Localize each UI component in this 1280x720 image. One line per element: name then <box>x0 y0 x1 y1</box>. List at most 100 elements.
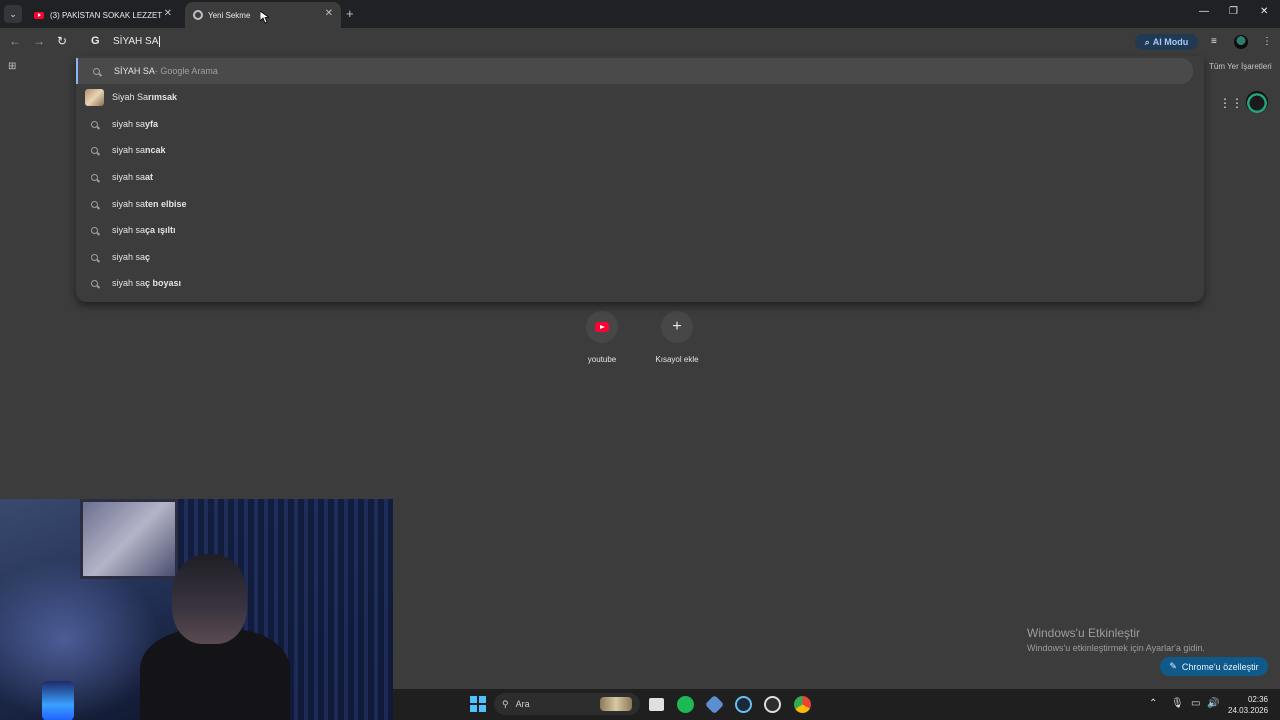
tab-strip: ⌄ (3) PAKİSTAN SOKAK LEZZETLERİ ✕ Yeni S… <box>0 0 1280 28</box>
search-icon <box>76 146 112 154</box>
ai-mode-button[interactable]: ⌕ AI Modu <box>1135 34 1198 50</box>
suggestion-completion: ncak <box>145 145 166 155</box>
plus-icon: + <box>672 318 682 335</box>
omnibox-input[interactable]: SİYAH SA <box>113 36 161 48</box>
search-icon: ⚲ <box>502 698 509 709</box>
suggestion-row[interactable]: siyah sa ncak <box>76 137 1204 163</box>
windows-start-icon[interactable] <box>470 696 486 712</box>
suggestion-row[interactable]: Siyah Sa rımsak <box>76 84 1204 110</box>
maximize-button[interactable]: ❐ <box>1229 6 1238 17</box>
taskbar: ⚲ Ara ⌃ 🎙 ▭ 🔊 02:36 24.03.2026 <box>393 689 1280 720</box>
shortcut-add[interactable]: + Kısayol ekle <box>647 311 707 364</box>
taskbar-clock[interactable]: 02:36 24.03.2026 <box>1228 694 1268 716</box>
toolbar: ← → ↻ G SİYAH SA ⌕ AI Modu ≡ ⋮ <box>0 28 1280 56</box>
youtube-favicon-icon <box>34 11 44 19</box>
suggestion-row[interactable]: SİYAH SA - Google Arama <box>76 58 1193 84</box>
shortcut-youtube[interactable]: youtube <box>572 311 632 364</box>
network-icon[interactable]: ▭ <box>1191 698 1200 709</box>
ai-search-icon: ⌕ <box>1144 36 1150 47</box>
omnibox-suggestions-dropdown: SİYAH SA - Google Arama Siyah Sa rımsak s… <box>76 56 1204 302</box>
shortcut-label: youtube <box>587 355 617 364</box>
new-tab-button[interactable]: + <box>346 6 354 21</box>
webcam-person-head <box>172 554 247 644</box>
suggestion-typed: siyah sa <box>112 199 146 209</box>
webcam-wall-picture <box>80 499 178 579</box>
search-icon <box>76 173 112 181</box>
spotify-icon[interactable] <box>677 696 694 713</box>
back-button[interactable]: ← <box>9 34 21 48</box>
search-icon <box>76 253 112 261</box>
tab-close-icon[interactable]: ✕ <box>164 8 172 19</box>
suggestion-completion: ç <box>145 252 151 262</box>
suggestion-row[interactable]: siyah sa yfa <box>76 111 1204 137</box>
tab-youtube[interactable]: (3) PAKİSTAN SOKAK LEZZETLERİ ✕ <box>26 2 180 28</box>
taskbar-search-placeholder: Ara <box>515 699 530 709</box>
youtube-icon <box>595 322 609 332</box>
suggestion-suffix: - Google Arama <box>154 66 218 76</box>
chrome-icon[interactable] <box>794 696 811 713</box>
suggestion-row[interactable]: siyah sa ten elbise <box>76 191 1204 217</box>
minimize-button[interactable]: — <box>1199 6 1209 17</box>
task-view-icon[interactable] <box>649 698 664 711</box>
suggestion-typed: SİYAH SA <box>114 66 155 76</box>
search-icon <box>76 226 112 234</box>
tab-search-button[interactable]: ⌄ <box>4 5 22 23</box>
suggestion-typed: siyah sa <box>112 225 146 235</box>
chrome-menu-button[interactable]: ⋮ <box>1262 36 1272 47</box>
suggestion-row[interactable]: siyah sa ç boyası <box>76 270 1204 296</box>
google-logo-icon: G <box>91 35 100 47</box>
suggestion-typed: siyah sa <box>112 252 146 262</box>
suggestion-typed: siyah sa <box>112 145 146 155</box>
all-bookmarks-link[interactable]: Tüm Yer İşaretleri <box>1209 62 1272 71</box>
customize-label: Chrome'u özelleştir <box>1181 661 1259 672</box>
suggestion-completion: rımsak <box>148 92 178 102</box>
ntp-avatar[interactable] <box>1246 91 1268 113</box>
tab-close-icon[interactable]: ✕ <box>325 8 333 19</box>
tab-title: (3) PAKİSTAN SOKAK LEZZETLERİ <box>50 10 162 20</box>
volume-icon[interactable]: 🔊 <box>1207 698 1219 709</box>
suggestion-typed: siyah sa <box>112 172 146 182</box>
webcam-light <box>0 559 160 720</box>
search-highlight-icon <box>600 697 632 711</box>
close-window-button[interactable]: ✕ <box>1260 6 1268 17</box>
suggestion-typed: Siyah Sa <box>112 92 149 102</box>
search-icon <box>76 120 112 128</box>
tab-title: Yeni Sekme <box>208 10 251 20</box>
omnibox-value: SİYAH SA <box>113 36 159 48</box>
search-icon <box>78 67 114 75</box>
tray-chevron-icon[interactable]: ⌃ <box>1149 698 1157 709</box>
text-caret <box>159 36 161 47</box>
pencil-icon: ✎ <box>1169 661 1177 671</box>
suggestion-completion: ça ışıltı <box>145 225 176 235</box>
profile-avatar[interactable] <box>1234 35 1248 49</box>
mouse-cursor-icon <box>260 11 269 24</box>
suggestion-completion: yfa <box>145 119 159 129</box>
suggestion-completion: ç boyası <box>145 278 182 288</box>
suggestion-row[interactable]: siyah sa at <box>76 164 1204 190</box>
webcam-lamp <box>42 681 74 720</box>
search-icon <box>76 200 112 208</box>
shortcut-label: Kısayol ekle <box>655 355 699 364</box>
suggestion-row[interactable]: siyah sa ça ışıltı <box>76 217 1204 243</box>
microphone-icon[interactable]: 🎙 <box>1171 698 1184 709</box>
taskbar-search[interactable]: ⚲ Ara <box>494 693 640 715</box>
customize-chrome-button[interactable]: ✎ Chrome'u özelleştir <box>1160 657 1268 676</box>
app-icon[interactable] <box>704 694 725 715</box>
shortcut-icon-circle <box>586 311 618 343</box>
clock-date: 24.03.2026 <box>1228 706 1269 715</box>
steam-icon[interactable] <box>735 696 752 713</box>
ai-mode-label: AI Modu <box>1152 37 1189 47</box>
suggestion-typed: siyah sa <box>112 278 146 288</box>
suggestion-completion: ten elbise <box>145 199 187 209</box>
app-icon[interactable] <box>764 696 781 713</box>
suggestion-row[interactable]: siyah sa ç <box>76 244 1204 270</box>
suggestion-thumbnail <box>76 88 112 106</box>
suggestion-typed: siyah sa <box>112 119 146 129</box>
clock-time: 02:36 <box>1247 695 1268 704</box>
chrome-favicon-icon <box>193 10 203 20</box>
apps-grid-icon[interactable]: ⊞ <box>8 61 16 72</box>
forward-button[interactable]: → <box>33 34 45 48</box>
shortcut-icon-circle: + <box>661 311 693 343</box>
reload-button[interactable]: ↻ <box>57 34 67 48</box>
reading-list-icon[interactable]: ≡ <box>1211 36 1217 47</box>
